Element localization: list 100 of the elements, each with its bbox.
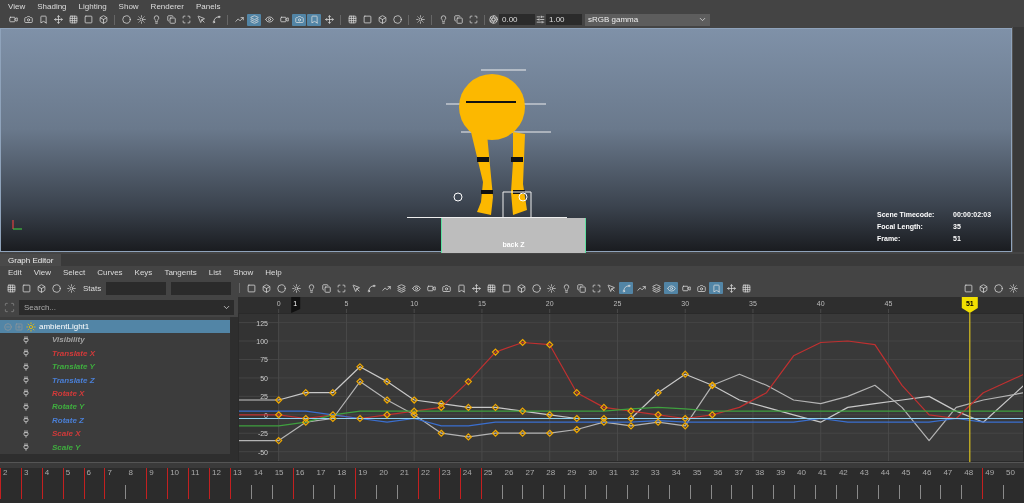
sun-button[interactable] (134, 13, 148, 26)
copy-button[interactable] (164, 13, 178, 26)
attribute-item[interactable]: Rotate Y (0, 400, 230, 414)
animation-curve[interactable] (238, 340, 1024, 420)
eye-button[interactable] (664, 282, 679, 295)
lightbulb-icon (306, 283, 316, 293)
grid-button[interactable] (66, 13, 80, 26)
menu-item[interactable]: View (8, 1, 26, 11)
grid-button[interactable] (345, 13, 359, 26)
circle-button[interactable] (529, 282, 544, 295)
color-space-dropdown[interactable]: sRGB gamma (585, 13, 710, 26)
stats-field[interactable] (171, 281, 232, 295)
layers-button[interactable] (649, 282, 664, 295)
time-slider[interactable]: 2 3 4 5 6 7 8 9 10 11 12 13 14 15 16 17 18 19 20 21 22 23 24 25 26 27 28 29 30 31 32 33 34 35 36 37 38 39 40 41 42 43 44 45 46 47 48 49 50 (0, 468, 1024, 503)
search-field[interactable]: Search... (19, 299, 218, 315)
gamma-field[interactable]: 1.00 (546, 14, 582, 26)
menu-item[interactable]: Renderer (150, 1, 184, 11)
layers-button[interactable] (394, 282, 409, 295)
frame-number: 48 (963, 468, 974, 478)
cube-button[interactable] (976, 282, 990, 295)
menu-item[interactable]: Help (265, 268, 282, 278)
expand-button[interactable] (334, 282, 349, 295)
menu-item[interactable]: Show (233, 268, 254, 278)
eye-button[interactable] (409, 282, 424, 295)
camera-button[interactable] (21, 13, 35, 26)
menu-item[interactable]: List (208, 268, 222, 278)
scrollbar[interactable] (0, 462, 1024, 469)
plug-icon (22, 362, 30, 371)
eye-button[interactable] (262, 13, 276, 26)
lightbulb-icon (438, 15, 448, 25)
menu-item[interactable]: Select (63, 268, 86, 278)
eye-icon (666, 283, 676, 293)
curve-button[interactable] (619, 282, 634, 295)
expand-button[interactable] (589, 282, 604, 295)
animation-curve[interactable] (238, 366, 1024, 424)
outliner-item[interactable]: ambientLight1 (0, 320, 230, 334)
bookmark-button[interactable] (307, 13, 321, 26)
expand-button[interactable] (466, 13, 480, 26)
circle-button[interactable] (991, 282, 1005, 295)
grid-button[interactable] (484, 282, 499, 295)
grid-button[interactable] (4, 282, 18, 295)
camera-button[interactable] (439, 282, 454, 295)
sun-button[interactable] (413, 13, 427, 26)
move-icon (324, 15, 334, 25)
menu-item[interactable]: Panels (195, 1, 221, 11)
cube-button[interactable] (514, 282, 529, 295)
menu-item[interactable]: Lighting (78, 1, 107, 11)
layers-button[interactable] (247, 13, 261, 26)
cube-button[interactable] (375, 13, 389, 26)
sun-button[interactable] (544, 282, 559, 295)
attribute-label: Rotate Z (52, 415, 84, 425)
menu-item[interactable]: Curves (97, 268, 123, 278)
menu-item[interactable]: View (33, 268, 51, 278)
exposure-field[interactable]: 0.00 (499, 14, 535, 26)
move-button[interactable] (469, 282, 484, 295)
copy-button[interactable] (319, 282, 334, 295)
circle-button[interactable] (49, 282, 63, 295)
copy-button[interactable] (574, 282, 589, 295)
cube-button[interactable] (259, 282, 274, 295)
animation-curve[interactable] (238, 373, 1024, 442)
menu-item[interactable]: Edit (8, 268, 22, 278)
sun-button[interactable] (289, 282, 304, 295)
square-button[interactable] (499, 282, 514, 295)
grid-button[interactable] (739, 282, 754, 295)
menu-item[interactable]: Keys (134, 268, 153, 278)
frame-number: 4 (43, 468, 50, 478)
cube-button[interactable] (34, 282, 48, 295)
square-button[interactable] (19, 282, 33, 295)
move-button[interactable] (724, 282, 739, 295)
panel-tab[interactable]: Graph Editor (0, 254, 62, 267)
circle-icon (276, 283, 286, 293)
move-button[interactable] (51, 13, 65, 26)
copy-button[interactable] (451, 13, 465, 26)
scrollbar[interactable] (0, 454, 238, 463)
circle-button[interactable] (274, 282, 289, 295)
bookmark-button[interactable] (709, 282, 724, 295)
square-button[interactable] (81, 13, 95, 26)
scrollbar[interactable] (230, 317, 238, 455)
square-button[interactable] (244, 282, 259, 295)
square-button[interactable] (360, 13, 374, 26)
sun-button[interactable] (1006, 282, 1020, 295)
expand-button[interactable] (179, 13, 193, 26)
camera-button[interactable] (694, 282, 709, 295)
attribute-item[interactable]: Visibility (0, 333, 230, 347)
cube-button[interactable] (96, 13, 110, 26)
sun-button[interactable] (64, 282, 78, 295)
attribute-item[interactable]: Scale Y (0, 440, 230, 454)
menu-item[interactable]: Tangents (164, 268, 197, 278)
circle-button[interactable] (119, 13, 133, 26)
square-button[interactable] (961, 282, 975, 295)
circle-button[interactable] (390, 13, 404, 26)
menu-item[interactable]: Show (118, 1, 139, 11)
frame-number: 27 (524, 468, 535, 478)
circle-icon (51, 283, 61, 293)
menu-item[interactable]: Shading (37, 1, 67, 11)
bookmark-icon (38, 15, 48, 25)
move-button[interactable] (322, 13, 336, 26)
stats-field[interactable] (106, 281, 167, 295)
attribute-item[interactable]: Translate Y (0, 360, 230, 374)
camera-button[interactable] (292, 13, 306, 26)
